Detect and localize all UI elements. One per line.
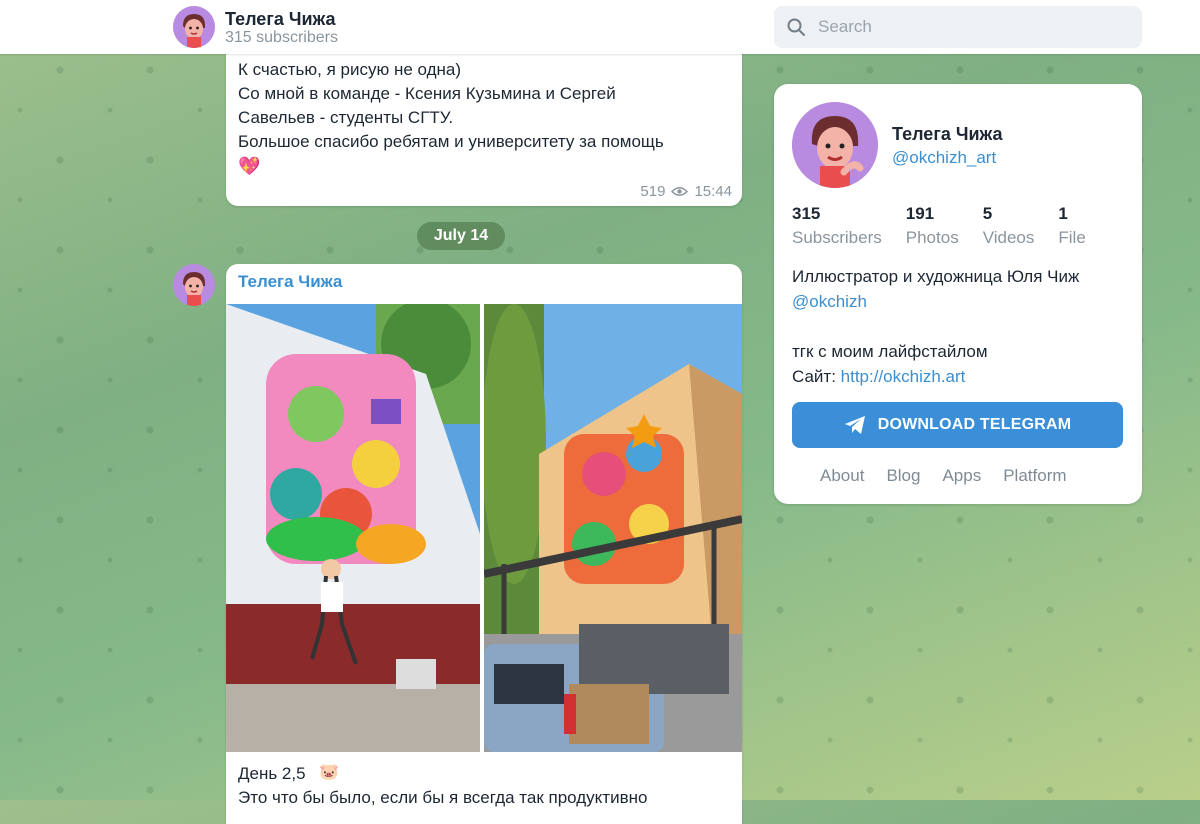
footer-links: About Blog Apps Platform bbox=[820, 466, 1067, 486]
top-bar: Телега Чижа 315 subscribers bbox=[0, 0, 1200, 54]
message-text: К счастью, я рисую не одна) Со мной в ко… bbox=[238, 58, 664, 179]
date-separator[interactable]: July 14 bbox=[417, 222, 505, 250]
channel-avatar[interactable] bbox=[173, 6, 215, 48]
stat-label: Subscribers bbox=[792, 228, 882, 247]
message-meta: 519 15:44 bbox=[640, 183, 732, 200]
bio-line: тгк с моим лайфстайлом bbox=[792, 342, 988, 361]
stat-videos[interactable]: 5 Videos bbox=[983, 204, 1035, 248]
stat-files[interactable]: 1 File bbox=[1058, 204, 1085, 248]
message-bubble[interactable]: Телега Чижа День 2,5 Это что бы было, ес… bbox=[226, 264, 742, 824]
stat-value: 315 bbox=[792, 204, 821, 223]
search-input[interactable] bbox=[816, 16, 1120, 38]
view-count: 519 bbox=[640, 183, 666, 200]
channel-info-card: Телега Чижа @okchizh_art 315 Subscribers… bbox=[774, 84, 1142, 504]
photo-mural-sunset[interactable] bbox=[484, 304, 742, 752]
message-text: День 2,5 Это что бы было, если бы я всег… bbox=[238, 762, 647, 810]
stat-label: Videos bbox=[982, 228, 1035, 247]
stat-value: 191 bbox=[905, 204, 935, 223]
stat-value: 5 bbox=[982, 204, 993, 223]
pig-emoji: 🐷 bbox=[319, 764, 339, 781]
download-button-label: DOWNLOAD TELEGRAM bbox=[877, 416, 1072, 433]
download-telegram-button[interactable]: DOWNLOAD TELEGRAM bbox=[792, 402, 1123, 448]
channel-title[interactable]: Телега Чижа bbox=[225, 9, 336, 30]
message-author[interactable]: Телега Чижа bbox=[238, 272, 342, 292]
stat-value: 1 bbox=[1058, 204, 1068, 223]
author-avatar[interactable] bbox=[173, 264, 215, 306]
search-icon bbox=[787, 18, 805, 36]
profile-handle[interactable]: @okchizh_art bbox=[892, 148, 996, 168]
message-body: День 2,5 Это что бы было, если бы я всег… bbox=[238, 764, 648, 807]
message-bubble[interactable]: К счастью, я рисую не одна) Со мной в ко… bbox=[226, 40, 742, 206]
channel-description: Иллюстратор и художница Юля Чиж @okchizh… bbox=[792, 264, 1079, 389]
profile-avatar[interactable] bbox=[792, 102, 878, 188]
search-box[interactable] bbox=[774, 6, 1142, 48]
channel-stats: 315 Subscribers 191 Photos 5 Videos 1 Fi… bbox=[792, 204, 1110, 248]
bio-mention-link[interactable]: @okchizh bbox=[792, 292, 867, 311]
photo-mural-building[interactable] bbox=[226, 304, 480, 752]
site-label: Сайт: bbox=[792, 367, 841, 386]
footer-link-blog[interactable]: Blog bbox=[886, 466, 920, 486]
profile-name: Телега Чижа bbox=[892, 124, 1003, 144]
footer-link-platform[interactable]: Platform bbox=[1003, 466, 1066, 486]
footer-link-apps[interactable]: Apps bbox=[942, 466, 981, 486]
stat-label: File bbox=[1058, 228, 1086, 247]
footer-link-about[interactable]: About bbox=[820, 466, 864, 486]
message-body: К счастью, я рисую не одна) Со мной в ко… bbox=[238, 60, 664, 151]
telegram-plane-icon bbox=[844, 416, 865, 434]
channel-subscriber-count: 315 subscribers bbox=[225, 29, 338, 46]
site-link[interactable]: http://okchizh.art bbox=[841, 367, 966, 386]
bio-line: Иллюстратор и художница Юля Чиж bbox=[792, 267, 1080, 286]
stat-label: Photos bbox=[905, 228, 959, 247]
heart-emoji: 💖 bbox=[238, 156, 261, 176]
eye-icon bbox=[671, 187, 689, 196]
message-time: 15:44 bbox=[694, 183, 732, 200]
stat-subscribers: 315 Subscribers bbox=[792, 204, 882, 248]
stat-photos[interactable]: 191 Photos bbox=[906, 204, 959, 248]
